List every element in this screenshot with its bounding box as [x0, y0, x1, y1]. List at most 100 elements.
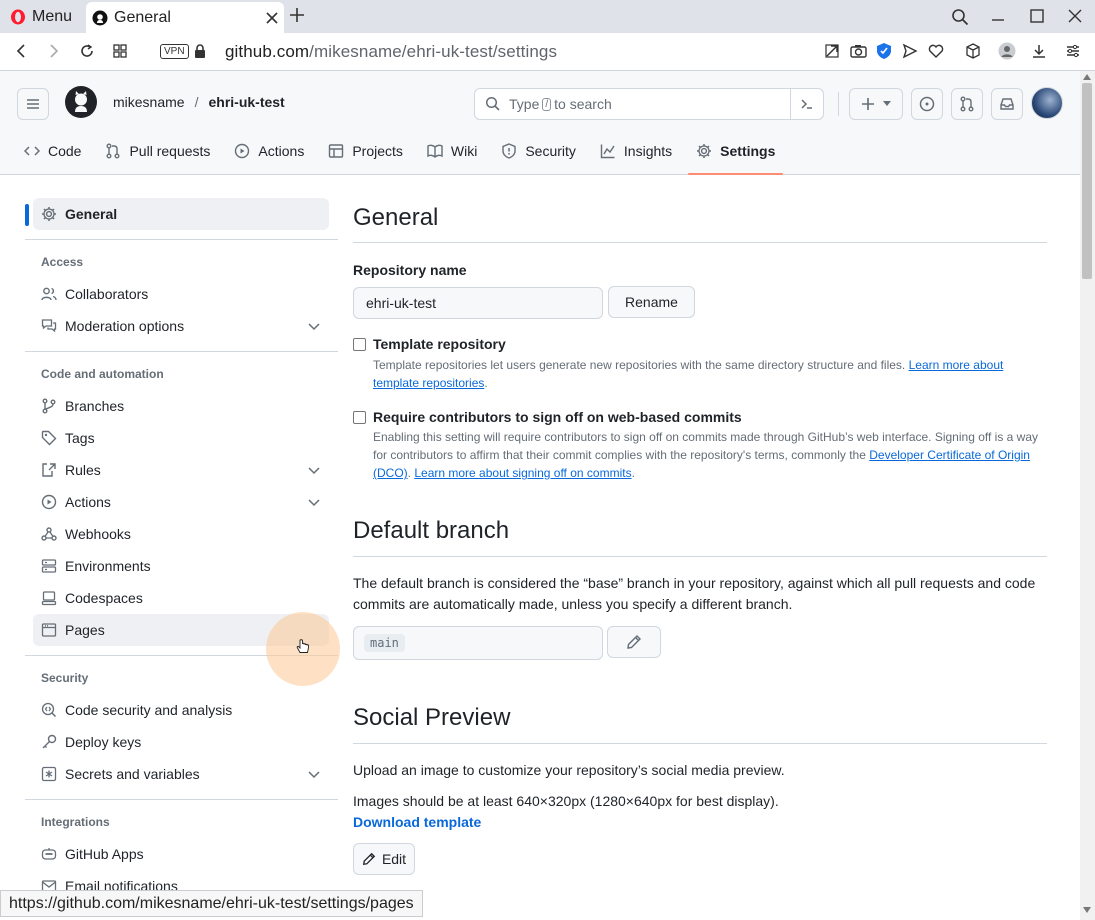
sidebar-item-label: Secrets and variables [65, 766, 200, 782]
tab-code-label: Code [48, 143, 82, 159]
hamburger-menu-button[interactable] [17, 88, 49, 120]
sidebar-item-secrets[interactable]: Secrets and variables [33, 758, 329, 790]
sidebar-divider [25, 239, 338, 240]
codespaces-icon [41, 591, 57, 606]
sidebar-item-general[interactable]: General [33, 198, 329, 230]
repo-name-input[interactable]: ehri-uk-test [353, 287, 603, 319]
profile-icon[interactable] [998, 42, 1016, 60]
code-icon [24, 146, 40, 156]
branch-name-badge: main [364, 634, 405, 652]
sidebar-item-label: GitHub Apps [65, 846, 144, 862]
repo-owner-link[interactable]: mikesname [113, 94, 185, 110]
download-template-link[interactable]: Download template [353, 812, 481, 833]
active-indicator [25, 204, 29, 226]
rename-button[interactable]: Rename [608, 286, 695, 318]
close-tab-icon[interactable] [266, 11, 278, 24]
vpn-badge[interactable]: VPN [160, 44, 189, 59]
repo-name-link[interactable]: ehri-uk-test [208, 94, 284, 110]
sidebar-item-rules[interactable]: Rules [33, 454, 329, 486]
tab-insights[interactable]: Insights [592, 131, 680, 171]
sidebar-item-actions[interactable]: Actions [33, 486, 329, 518]
pencil-icon [362, 852, 376, 866]
sidebar-item-environments[interactable]: Environments [33, 550, 329, 582]
edit-default-branch-button[interactable] [607, 626, 661, 658]
play-icon [41, 494, 57, 510]
tab-projects[interactable]: Projects [320, 131, 411, 171]
search-input[interactable]: Type / to search [474, 88, 824, 120]
sidebar-item-collaborators[interactable]: Collaborators [33, 278, 329, 310]
create-new-button[interactable] [849, 88, 903, 120]
lock-icon[interactable] [194, 44, 206, 59]
browser-tab-active[interactable]: General [86, 2, 284, 33]
signoff-note: Enabling this setting will require contr… [373, 428, 1045, 482]
opera-logo-icon [11, 9, 25, 24]
reload-icon[interactable] [79, 43, 95, 59]
codescan-icon [41, 702, 57, 718]
github-header: mikesname / ehri-uk-test Type / to searc… [0, 71, 1080, 175]
tab-actions[interactable]: Actions [226, 131, 312, 171]
maximize-window-icon[interactable] [1029, 8, 1045, 24]
sidebar-item-branches[interactable]: Branches [33, 390, 329, 422]
user-avatar[interactable] [1031, 87, 1063, 119]
new-tab-icon[interactable] [289, 7, 305, 23]
sidebar-item-webhooks[interactable]: Webhooks [33, 518, 329, 550]
tab-settings[interactable]: Settings [688, 131, 784, 175]
tab-code[interactable]: Code [16, 131, 89, 171]
tab-security[interactable]: Security [493, 131, 584, 171]
command-palette-button[interactable] [790, 89, 823, 119]
easy-setup-icon[interactable] [1065, 43, 1081, 59]
issues-button[interactable] [911, 88, 943, 120]
extensions-cube-icon[interactable] [965, 43, 981, 59]
edit-social-preview-button[interactable]: Edit [353, 843, 415, 875]
back-icon[interactable] [13, 43, 29, 59]
repo-name-label: Repository name [353, 262, 467, 278]
scrollbar-thumb[interactable] [1082, 83, 1092, 279]
scroll-down-arrow-icon[interactable] [1083, 907, 1091, 913]
tab-pull-requests[interactable]: Pull requests [97, 131, 218, 171]
github-logo-icon[interactable] [65, 86, 97, 118]
tab-projects-label: Projects [352, 143, 403, 159]
send-to-icon[interactable] [824, 43, 840, 59]
sidebar-heading-integrations: Integrations [41, 815, 110, 829]
flow-send-icon[interactable] [902, 43, 918, 59]
tab-actions-label: Actions [258, 143, 305, 159]
sidebar-heading-code-automation: Code and automation [41, 367, 164, 381]
template-repository-checkbox[interactable] [353, 338, 366, 351]
inbox-button[interactable] [991, 88, 1023, 120]
hubot-icon [41, 848, 57, 860]
sidebar-item-github-apps[interactable]: GitHub Apps [33, 838, 329, 870]
sidebar-item-label: Rules [65, 462, 101, 478]
sidebar-item-codespaces[interactable]: Codespaces [33, 582, 329, 614]
triangle-down-icon [883, 101, 891, 106]
minimize-window-icon[interactable] [990, 8, 1006, 24]
pull-requests-button[interactable] [951, 88, 983, 120]
webhook-icon [41, 527, 57, 541]
forward-icon[interactable] [46, 43, 62, 59]
signoff-learn-more-link[interactable]: Learn more about signing off on commits [414, 466, 631, 480]
tag-icon [41, 430, 57, 446]
sidebar-item-deploy-keys[interactable]: Deploy keys [33, 726, 329, 758]
downloads-icon[interactable] [1031, 43, 1047, 59]
sidebar-item-code-security[interactable]: Code security and analysis [33, 694, 329, 726]
template-repository-label: Template repository [373, 336, 506, 352]
server-icon [41, 559, 57, 573]
adblock-shield-icon[interactable] [876, 42, 892, 60]
section-divider [353, 242, 1047, 243]
browser-search-icon[interactable] [951, 8, 969, 26]
scroll-up-arrow-icon[interactable] [1083, 74, 1091, 80]
url-host: github.com [225, 42, 310, 61]
sidebar-item-moderation[interactable]: Moderation options [33, 310, 329, 342]
speed-dial-icon[interactable] [112, 43, 128, 59]
chevron-down-icon [308, 467, 320, 475]
signoff-checkbox[interactable] [353, 411, 366, 424]
sidebar-item-tags[interactable]: Tags [33, 422, 329, 454]
camera-icon[interactable] [850, 43, 867, 59]
browser-menu-label: Menu [32, 7, 73, 25]
page-scrollbar[interactable] [1080, 71, 1095, 920]
browser-menu-button[interactable]: Menu [4, 3, 78, 30]
address-url[interactable]: github.com/mikesname/ehri-uk-test/settin… [225, 42, 557, 62]
tab-wiki-label: Wiki [450, 143, 478, 159]
heart-icon[interactable] [928, 43, 944, 59]
tab-wiki[interactable]: Wiki [419, 131, 485, 171]
close-window-icon[interactable] [1067, 8, 1083, 24]
